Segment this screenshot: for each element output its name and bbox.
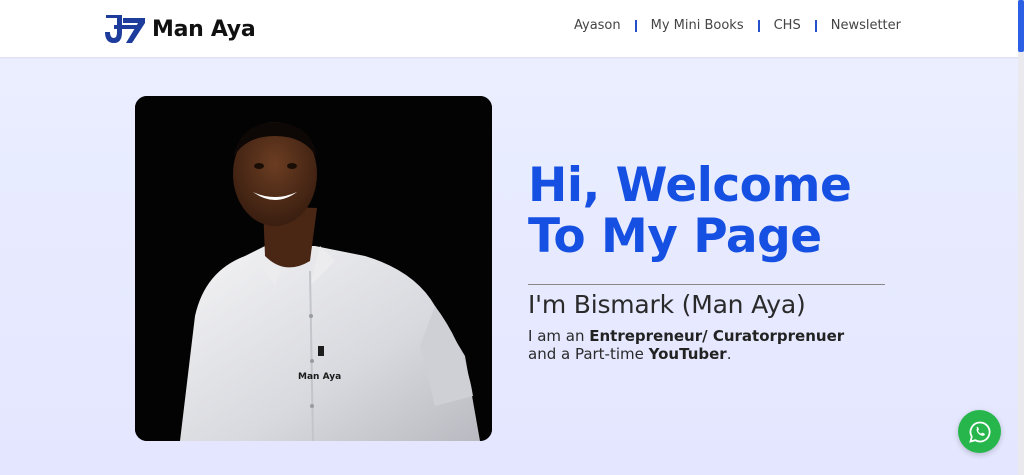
site-logo[interactable]: Man Aya: [102, 9, 256, 49]
bio-role: Entrepreneur/ Curatorprenuer: [589, 327, 845, 345]
nav-separator: [757, 19, 760, 32]
hero-headline: Hi, Welcome To My Page: [528, 160, 928, 262]
scrollbar-thumb[interactable]: [1018, 0, 1024, 52]
person-portrait-image: Man Aya: [135, 96, 492, 441]
whatsapp-chat-button[interactable]: [958, 410, 1001, 453]
nav-chs[interactable]: CHS: [774, 18, 801, 33]
nav-my-mini-books[interactable]: My Mini Books: [651, 18, 744, 33]
profile-photo: Man Aya: [135, 96, 492, 441]
nav-newsletter[interactable]: Newsletter: [831, 18, 901, 33]
man-aya-logo-icon: [105, 15, 145, 43]
headline-line-2: To My Page: [528, 209, 822, 264]
bio-period: .: [726, 345, 732, 363]
nav-ayason[interactable]: Ayason: [574, 18, 621, 33]
hero-name: I'm Bismark (Man Aya): [528, 290, 806, 319]
whatsapp-icon: [968, 421, 990, 443]
site-header: Man Aya Ayason My Mini Books CHS Newslet…: [0, 0, 1018, 58]
bio-line-1: I am an Entrepreneur/ Curatorprenuer: [528, 327, 844, 345]
hero-bio: I am an Entrepreneur/ Curatorprenuer and…: [528, 327, 844, 363]
main-nav: Ayason My Mini Books CHS Newsletter: [574, 18, 901, 33]
bio-line-2: and a Part-time YouTuber.: [528, 345, 844, 363]
headline-line-1: Hi, Welcome: [528, 158, 852, 213]
bio-text-1: I am an: [528, 327, 590, 345]
nav-separator: [814, 19, 817, 32]
nav-separator: [634, 19, 637, 32]
logo-text: Man Aya: [152, 16, 256, 42]
page-scrollbar[interactable]: [1018, 0, 1024, 475]
bio-text-2: and a Part-time: [528, 345, 649, 363]
bio-youtuber: YouTuber: [648, 345, 727, 363]
hero-divider: [528, 284, 885, 285]
shirt-logo-text: Man Aya: [298, 372, 341, 382]
